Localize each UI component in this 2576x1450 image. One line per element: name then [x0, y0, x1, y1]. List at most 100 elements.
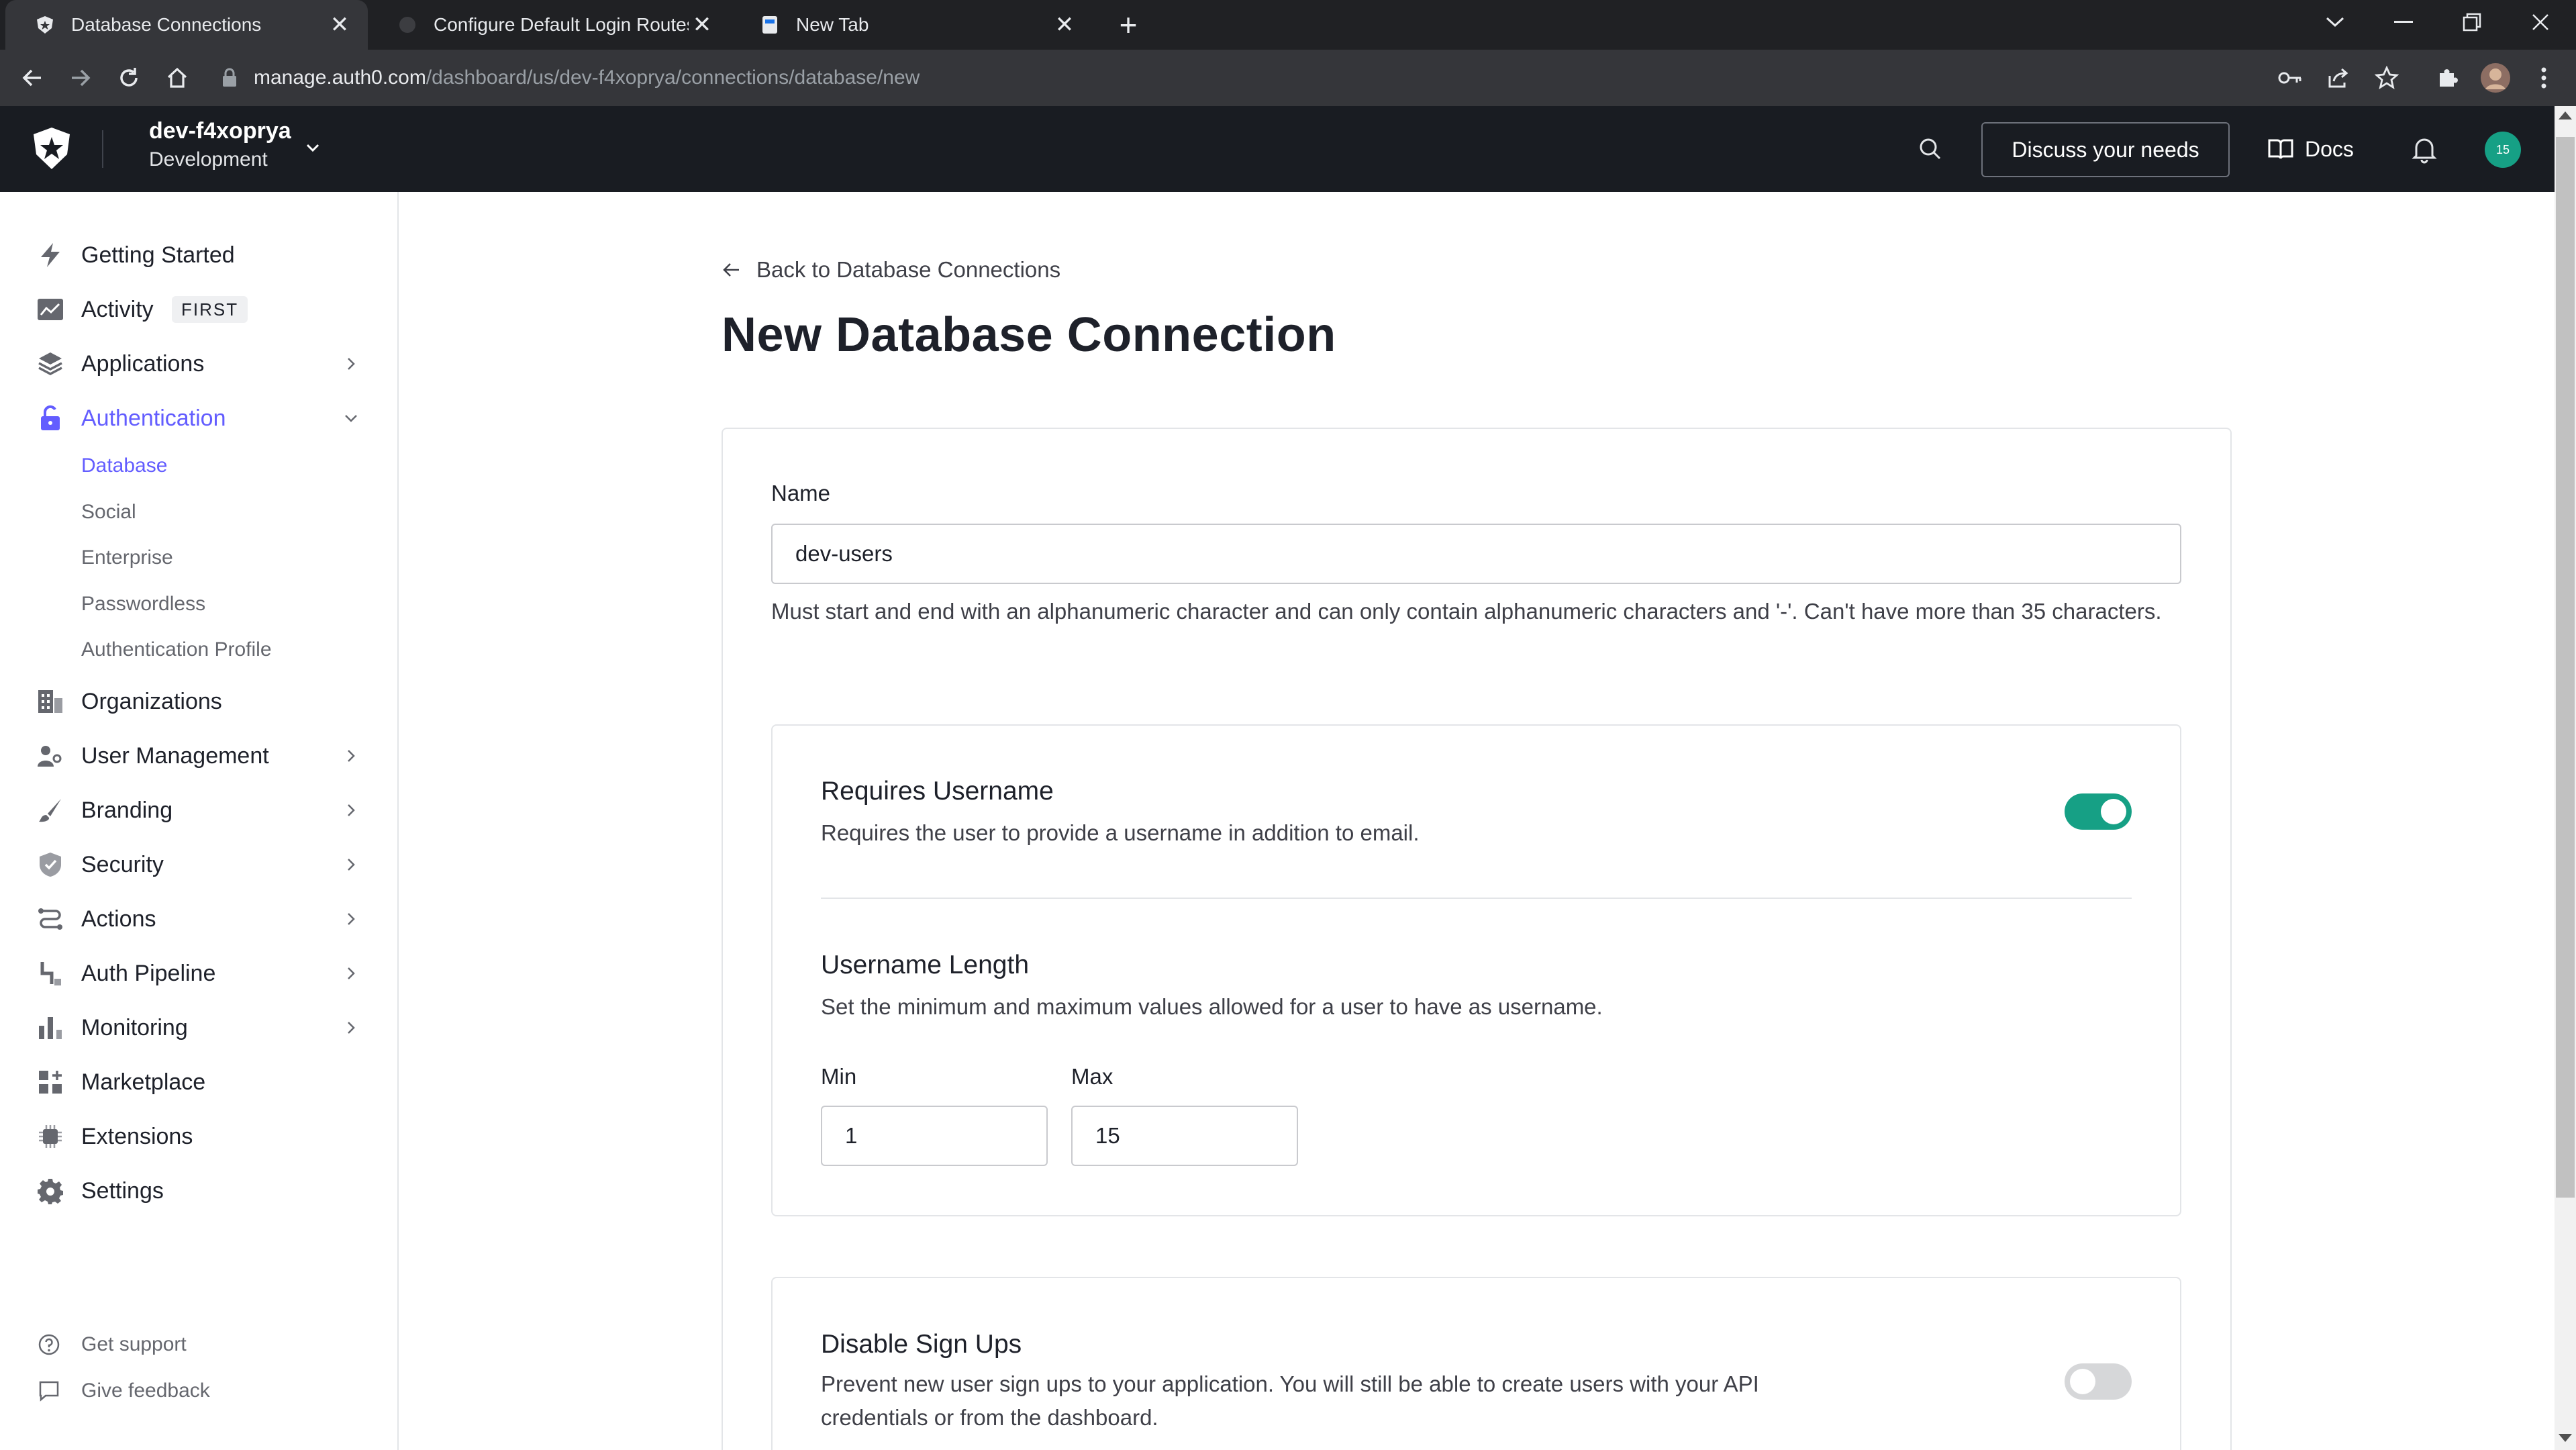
bar-chart-icon	[36, 1014, 64, 1042]
sidebar-item-label: Monitoring	[81, 1014, 188, 1041]
browser-tab-new-tab[interactable]: New Tab ✕	[730, 0, 1093, 50]
browser-tab-database-connections[interactable]: Database Connections ✕	[5, 0, 368, 50]
docs-label: Docs	[2305, 136, 2354, 161]
sidebar-item-branding[interactable]: Branding	[0, 789, 397, 832]
sidebar-item-getting-started[interactable]: Getting Started	[0, 234, 397, 277]
sidebar-subitem-passwordless[interactable]: Passwordless	[81, 593, 205, 616]
back-arrow-icon[interactable]	[15, 60, 50, 95]
browser-address-bar: manage.auth0.com/dashboard/us/dev-f4xopr…	[0, 50, 2576, 106]
username-length-description: Set the minimum and maximum values allow…	[821, 994, 1603, 1019]
sidebar-item-applications[interactable]: Applications	[0, 342, 397, 385]
sidebar-item-extensions[interactable]: Extensions	[0, 1115, 397, 1158]
header-divider	[102, 130, 103, 168]
tab-search-icon[interactable]	[2305, 0, 2365, 44]
sidebar-item-activity[interactable]: Activity FIRST	[0, 288, 397, 331]
actions-flow-icon	[36, 905, 64, 933]
bookmark-star-icon[interactable]	[2371, 62, 2403, 94]
page-title: New Database Connection	[722, 308, 1336, 362]
give-feedback-link[interactable]: Give feedback	[38, 1374, 210, 1408]
disable-signups-toggle[interactable]	[2065, 1363, 2132, 1400]
sidebar-item-settings[interactable]: Settings	[0, 1169, 397, 1212]
close-tab-icon[interactable]: ✕	[689, 11, 715, 38]
sidebar-item-organizations[interactable]: Organizations	[0, 680, 397, 723]
toggle-knob	[2070, 1369, 2095, 1394]
disable-signups-title: Disable Sign Ups	[821, 1330, 1022, 1359]
tenant-name: dev-f4xoprya	[149, 118, 291, 144]
sidebar-item-auth-pipeline[interactable]: Auth Pipeline	[0, 952, 397, 995]
sidebar-item-actions[interactable]: Actions	[0, 898, 397, 940]
auth0-logo-icon[interactable]	[30, 126, 74, 171]
unlock-icon	[36, 404, 64, 432]
sidebar-subitem-database[interactable]: Database	[81, 454, 167, 477]
username-length-title: Username Length	[821, 951, 1030, 979]
pipeline-icon	[36, 959, 64, 987]
minimize-window-button[interactable]	[2373, 0, 2434, 44]
profile-avatar-icon[interactable]	[2479, 62, 2512, 94]
sidebar-subitem-authentication-profile[interactable]: Authentication Profile	[81, 638, 272, 661]
help-circle-icon	[38, 1334, 60, 1355]
sidebar-item-marketplace[interactable]: Marketplace	[0, 1061, 397, 1104]
chevron-right-icon	[348, 913, 355, 925]
sidebar-item-monitoring[interactable]: Monitoring	[0, 1006, 397, 1049]
scroll-up-arrow-icon[interactable]	[2559, 111, 2572, 119]
auth0-shield-icon	[35, 15, 55, 35]
sidebar-item-label: Activity	[81, 296, 154, 322]
document-icon	[760, 15, 780, 35]
chevron-down-icon	[345, 415, 357, 422]
restore-window-button[interactable]	[2442, 0, 2502, 44]
page-scrollbar-thumb[interactable]	[2556, 137, 2575, 1198]
share-icon[interactable]	[2322, 62, 2355, 94]
shield-icon	[36, 851, 64, 879]
tenant-environment: Development	[149, 148, 268, 171]
app-header: dev-f4xoprya Development Discuss your ne…	[0, 106, 2555, 192]
sidebar-item-user-management[interactable]: User Management	[0, 734, 397, 777]
docs-link[interactable]: Docs	[2267, 133, 2354, 165]
disable-signups-description: Prevent new user sign ups to your applic…	[821, 1371, 1759, 1430]
url-field[interactable]: manage.auth0.com/dashboard/us/dev-f4xopr…	[221, 59, 2235, 97]
back-to-database-connections-link[interactable]: Back to Database Connections	[722, 254, 1060, 286]
name-input[interactable]	[771, 524, 2181, 584]
sidebar-subitem-enterprise[interactable]: Enterprise	[81, 546, 173, 569]
give-feedback-label: Give feedback	[81, 1380, 210, 1402]
sidebar-subitem-social[interactable]: Social	[81, 501, 136, 524]
sidebar-item-label: Auth Pipeline	[81, 960, 216, 986]
min-label: Min	[821, 1064, 857, 1089]
gear-icon	[36, 1177, 64, 1205]
reload-icon[interactable]	[111, 60, 146, 95]
url-host: manage.auth0.com	[254, 66, 426, 89]
extensions-puzzle-icon[interactable]	[2431, 62, 2463, 94]
grid-plus-icon	[36, 1068, 64, 1096]
activity-chart-icon	[36, 295, 64, 324]
tenant-selector[interactable]: dev-f4xoprya Development	[149, 118, 291, 171]
sidebar-item-label: Getting Started	[81, 242, 235, 268]
user-avatar[interactable]: 15	[2485, 132, 2521, 168]
chevron-down-icon[interactable]	[302, 137, 324, 158]
min-length-input[interactable]	[821, 1106, 1048, 1166]
get-support-link[interactable]: Get support	[38, 1328, 187, 1361]
close-tab-icon[interactable]: ✕	[326, 11, 353, 38]
new-tab-button[interactable]: +	[1111, 7, 1145, 42]
forward-arrow-icon[interactable]	[63, 60, 98, 95]
browser-menu-icon[interactable]	[2528, 62, 2560, 94]
scroll-down-arrow-icon[interactable]	[2559, 1434, 2572, 1442]
sidebar: Getting Started Activity FIRST Applicati…	[0, 192, 399, 1450]
browser-tab-title: New Tab	[796, 14, 869, 35]
sidebar-item-label: Authentication	[81, 405, 226, 431]
search-icon[interactable]	[1917, 136, 1944, 162]
sidebar-item-security[interactable]: Security	[0, 843, 397, 886]
toggle-knob	[2101, 799, 2126, 824]
close-window-button[interactable]	[2510, 0, 2571, 44]
sidebar-item-label: User Management	[81, 742, 269, 769]
max-length-input[interactable]	[1071, 1106, 1298, 1166]
sidebar-item-authentication[interactable]: Authentication	[0, 397, 397, 440]
discuss-needs-button[interactable]: Discuss your needs	[1981, 122, 2230, 177]
browser-tab-configure-login-routes[interactable]: Configure Default Login Routes ✕	[368, 0, 730, 50]
home-icon[interactable]	[160, 60, 195, 95]
requires-username-title: Requires Username	[821, 777, 1054, 806]
back-label: Back to Database Connections	[756, 257, 1061, 282]
key-icon[interactable]	[2274, 62, 2306, 94]
bell-icon[interactable]	[2410, 134, 2439, 164]
globe-icon	[397, 15, 417, 35]
requires-username-toggle[interactable]	[2065, 793, 2132, 830]
close-tab-icon[interactable]: ✕	[1051, 11, 1078, 38]
